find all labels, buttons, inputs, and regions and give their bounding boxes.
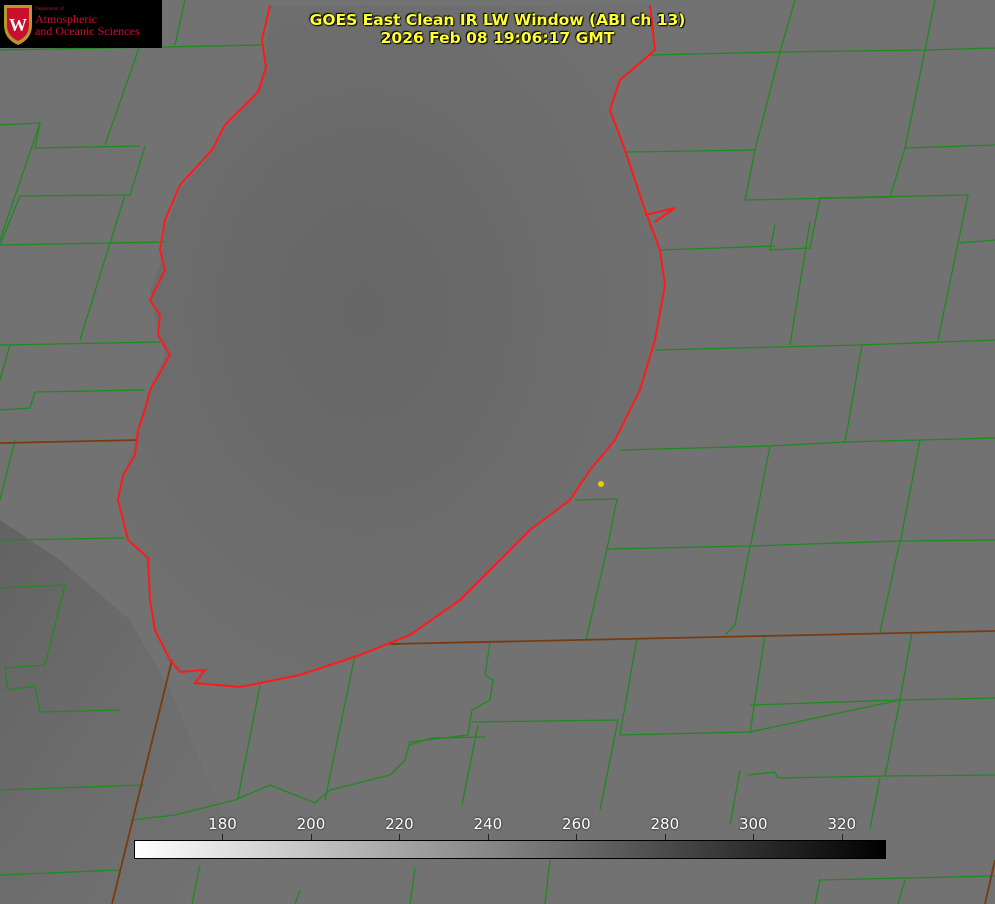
colorbar-tick-label: 320 [827,815,857,833]
colorbar-tick-label: 300 [738,815,768,833]
colorbar-tick-mark [222,834,224,840]
satellite-map [0,0,995,904]
colorbar-tick-label: 240 [473,815,503,833]
colorbar-tick-label: 180 [208,815,237,833]
colorbar-tick-label: 220 [385,815,414,833]
colorbar-tick-mark [399,834,401,840]
location-marker [598,481,604,487]
colorbar-tick-label: 200 [296,815,326,833]
title-timestamp: 2026 Feb 08 19:06:17 GMT [380,29,615,47]
colorbar-tick-label: 280 [650,815,680,833]
colorbar-tick-mark [753,834,755,840]
temperature-colorbar [134,840,886,859]
colorbar-tick-mark [841,834,843,840]
colorbar-tick-mark [310,834,312,840]
satellite-image-viewer: W Department of Atmospheric and Oceanic … [0,0,995,904]
title-product: GOES East Clean IR LW Window (ABI ch 13) [309,11,686,29]
colorbar-tick-mark [576,834,578,840]
colorbar-tick-mark [487,834,489,840]
colorbar-tick-label: 260 [562,815,591,833]
colorbar-tick-mark [664,834,666,840]
image-title: GOES East Clean IR LW Window (ABI ch 13)… [0,11,995,47]
